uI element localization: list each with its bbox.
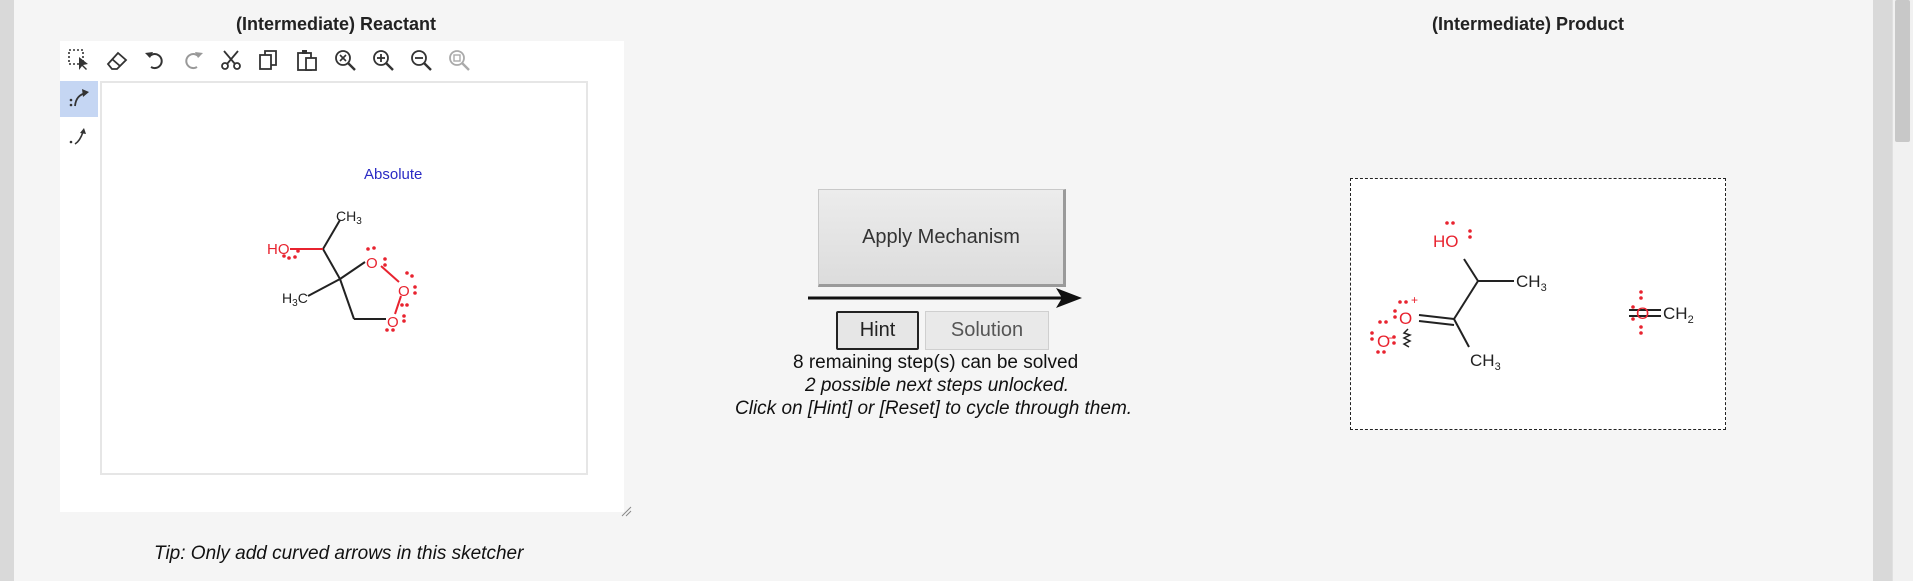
remaining-steps-text: 8 remaining step(s) can be solved (793, 352, 1079, 373)
cycle-instructions-text: Click on [Hint] or [Reset] to cycle thro… (735, 398, 1133, 419)
formaldehyde-oxygen-label: O (1636, 304, 1649, 323)
reactant-structure: Absolute CH3 HO H3C O O O (267, 166, 422, 332)
reactant-heading: (Intermediate) Reactant (236, 14, 437, 34)
solution-button[interactable]: Solution (925, 311, 1049, 350)
svg-text:CH3: CH3 (336, 208, 362, 227)
zoom-fit-icon[interactable] (444, 45, 474, 75)
ring-oxygen-2: O (398, 283, 410, 300)
copy-icon[interactable] (254, 45, 284, 75)
product-structure-box: HO CH3 CH3 O + O − O CH2 (1350, 178, 1726, 430)
svg-text:CH2: CH2 (1663, 304, 1694, 326)
cut-icon[interactable] (216, 45, 246, 75)
select-icon[interactable] (64, 45, 94, 75)
undo-icon[interactable] (140, 45, 170, 75)
eraser-icon[interactable] (102, 45, 132, 75)
positive-charge-label: + (1411, 293, 1418, 307)
hint-button[interactable]: Hint (836, 311, 919, 350)
svg-text:CH3: CH3 (1470, 351, 1501, 373)
product-hydroxyl-label: HO (1433, 232, 1459, 251)
svg-text:H3C: H3C (282, 290, 308, 309)
zoom-out-icon[interactable] (406, 45, 436, 75)
apply-mechanism-button[interactable]: Apply Mechanism (818, 189, 1066, 287)
zoom-reset-icon[interactable] (330, 45, 360, 75)
curved-arrow-electron-pair-icon[interactable] (60, 81, 98, 117)
paste-icon[interactable] (292, 45, 322, 75)
resize-handle[interactable] (620, 504, 632, 522)
hydroxyl-label: HO (267, 241, 290, 258)
ring-oxygen-3: O (387, 314, 399, 331)
drawing-canvas[interactable]: Absolute CH3 HO H3C O O O (100, 81, 588, 475)
negative-charge-label: − (1388, 331, 1395, 345)
scrollbar-thumb[interactable] (1895, 0, 1910, 142)
stereo-label: Absolute (364, 166, 422, 183)
zoom-in-icon[interactable] (368, 45, 398, 75)
reactant-sketcher[interactable]: Absolute CH3 HO H3C O O O (60, 41, 632, 517)
reaction-arrow-icon (808, 288, 1082, 308)
curved-arrow-single-electron-icon[interactable] (60, 119, 98, 155)
unlocked-steps-text: 2 possible next steps unlocked. (805, 375, 1070, 396)
oxonium-oxygen-label: O (1399, 309, 1412, 328)
sketcher-tip: Tip: Only add curved arrows in this sket… (154, 543, 524, 564)
product-heading: (Intermediate) Product (1432, 14, 1625, 34)
product-structure: HO CH3 CH3 O + O − O CH2 (1370, 221, 1694, 373)
redo-icon[interactable] (178, 45, 208, 75)
ring-oxygen-1: O (366, 255, 378, 272)
svg-text:CH3: CH3 (1516, 272, 1547, 294)
